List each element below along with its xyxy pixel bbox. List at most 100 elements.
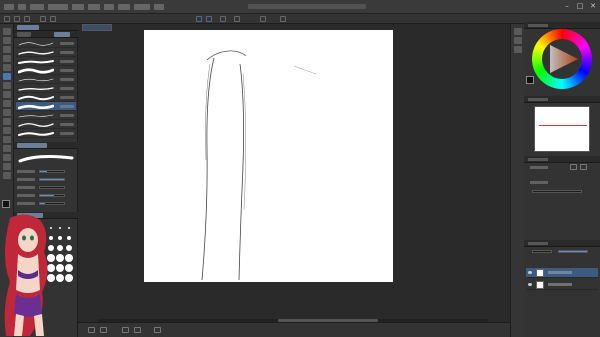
panel-toggle-icon[interactable] [514,28,522,35]
expression-color-select[interactable] [532,190,582,193]
new-file-icon[interactable] [4,16,10,22]
snap-icon[interactable] [220,16,226,22]
rotate-icon[interactable] [234,16,240,22]
lasso-icon[interactable] [3,55,11,62]
redo-icon[interactable] [50,16,56,22]
visibility-icon[interactable] [528,283,532,286]
rotate-left-icon[interactable] [122,327,129,333]
zoom-icon[interactable] [3,28,11,35]
visibility-icon[interactable] [528,271,532,274]
canvas-tab[interactable] [82,24,112,31]
layer-row[interactable] [526,280,598,290]
pen-mode-2-icon[interactable] [206,16,212,22]
panel-toggle-3-icon[interactable] [514,46,522,53]
brush-item[interactable] [16,120,76,129]
text-icon[interactable] [3,154,11,161]
layer-effect-icon[interactable] [570,164,577,170]
ruler-icon[interactable] [3,172,11,179]
brush-stroke-preview [18,114,54,118]
property-slider[interactable] [39,178,65,181]
brush-item[interactable] [16,57,76,66]
select-icon[interactable] [3,46,11,53]
brush-stroke-preview [18,104,54,110]
layer-effect-2-icon[interactable] [580,164,587,170]
brush-name [60,114,74,117]
save-icon[interactable] [24,16,30,22]
menu-file[interactable] [4,4,14,10]
tab-pen[interactable] [17,32,31,37]
minimize-button[interactable]: – [562,2,572,11]
canvas-area[interactable] [78,24,510,322]
property-slider[interactable] [39,170,65,173]
menu-help[interactable] [154,4,164,10]
opacity-slider[interactable] [558,250,588,253]
fill-icon[interactable] [3,127,11,134]
brush-stroke-preview [18,51,54,55]
menu-layer[interactable] [72,4,84,10]
airbrush-icon[interactable] [3,100,11,107]
brush-item[interactable] [16,129,76,138]
balloon-icon[interactable] [3,163,11,170]
figure-icon[interactable] [3,145,11,152]
menu-story[interactable] [30,4,44,10]
menu-view[interactable] [104,4,114,10]
color-wheel[interactable] [532,29,592,89]
property-slider[interactable] [39,186,65,189]
grid-icon[interactable] [280,16,286,22]
main-color-swatch[interactable] [2,200,10,208]
menu-select[interactable] [88,4,100,10]
property-slider[interactable] [39,202,65,205]
eyedropper-icon[interactable] [3,64,11,71]
close-button[interactable]: ✕ [588,2,598,11]
sub-tool-header [14,24,78,31]
color-triangle[interactable] [542,39,582,79]
menu-filter[interactable] [118,4,130,10]
pen-mode-icon[interactable] [196,16,202,22]
layer-row[interactable] [526,268,598,278]
brush-item[interactable] [16,111,76,120]
eraser-icon[interactable] [3,118,11,125]
brush-name [60,51,74,54]
tool-property-row [17,192,75,198]
pencil-icon[interactable] [3,82,11,89]
right-panel [524,14,600,337]
rotate-right-icon[interactable] [134,327,141,333]
undo-icon[interactable] [40,16,46,22]
ruler-snap-icon[interactable] [260,16,266,22]
pen-icon[interactable] [3,73,11,80]
tab-marker[interactable] [54,32,70,37]
brush-item[interactable] [16,93,76,102]
brush-item[interactable] [16,66,76,75]
brush-stroke-preview [18,60,54,64]
open-file-icon[interactable] [14,16,20,22]
panel-toggle-2-icon[interactable] [514,37,522,44]
brush-item[interactable] [16,48,76,57]
navigator-thumbnail[interactable] [534,106,590,152]
main-color-chip[interactable] [526,76,534,84]
brush-icon[interactable] [3,91,11,98]
menu-window[interactable] [134,4,150,10]
zoom-in-icon[interactable] [100,327,107,333]
layer-name [548,271,572,274]
tab-tool-property[interactable] [17,143,47,148]
blend-icon[interactable] [3,109,11,116]
canvas-paper[interactable] [144,30,393,282]
maximize-button[interactable]: □ [575,2,585,11]
tab-sub-tool[interactable] [17,25,39,30]
brush-stroke-preview [18,123,54,127]
brush-item[interactable] [16,75,76,84]
menu-animation[interactable] [48,4,68,10]
brush-name [60,87,74,90]
property-slider[interactable] [39,194,65,197]
menu-edit[interactable] [18,4,26,10]
brush-name [60,78,74,81]
blend-mode-select[interactable] [532,250,552,253]
gradient-icon[interactable] [3,136,11,143]
brush-item[interactable] [16,84,76,93]
brush-item[interactable] [16,102,76,111]
brush-item[interactable] [16,39,76,48]
color-wheel-header [524,22,600,29]
flip-icon[interactable] [154,327,161,333]
move-icon[interactable] [3,37,11,44]
zoom-out-icon[interactable] [88,327,95,333]
